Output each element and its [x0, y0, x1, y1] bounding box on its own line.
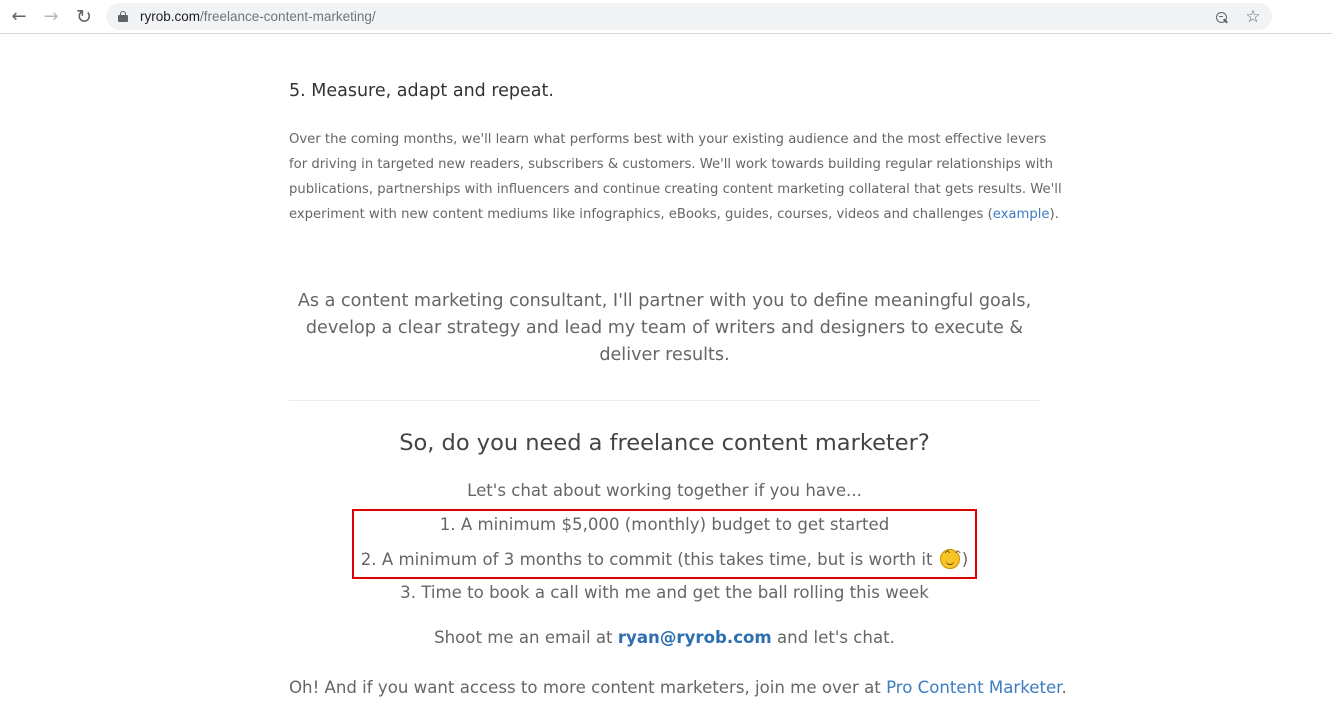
paragraph-line: for driving in targeted new readers, sub… — [289, 157, 1053, 172]
cta-intro: Let's chat about working together if you… — [467, 481, 862, 500]
back-arrow-icon[interactable]: ← — [6, 4, 32, 30]
address-bar[interactable]: ryrob.com/freelance-content-marketing/ ☆ — [106, 3, 1272, 30]
paragraph-line-text: experiment with new content mediums like… — [289, 207, 993, 222]
paragraph-line: experiment with new content mediums like… — [289, 202, 1059, 227]
section-divider — [289, 400, 1040, 401]
email-cta-post: and let's chat. — [771, 628, 895, 647]
reload-icon[interactable]: ↻ — [71, 4, 97, 30]
pro-cta-pre: Oh! And if you want access to more conte… — [289, 678, 887, 697]
browser-toolbar: ← → ↻ ryrob.com/freelance-content-market… — [0, 0, 1332, 34]
page-content: 5. Measure, adapt and repeat. Over the c… — [0, 35, 1332, 723]
pro-content-marketer-link[interactable]: Pro Content Marketer — [886, 678, 1061, 697]
url-host: ryrob.com — [140, 9, 201, 24]
email-cta-pre: Shoot me an email at — [434, 628, 618, 647]
pro-cta: Oh! And if you want access to more conte… — [289, 678, 1067, 697]
url-text[interactable]: ryrob.com/freelance-content-marketing/ — [140, 8, 376, 25]
paragraph-line: Over the coming months, we'll learn what… — [289, 132, 1047, 147]
step-heading: 5. Measure, adapt and repeat. — [289, 81, 554, 101]
url-path: /freelance-content-marketing/ — [200, 9, 376, 24]
paragraph-end: ). — [1049, 207, 1059, 222]
star-icon[interactable]: ☆ — [1242, 6, 1264, 28]
example-link[interactable]: example — [993, 207, 1050, 222]
pro-cta-post: . — [1061, 678, 1067, 697]
quote-line: As a content marketing consultant, I'll … — [297, 291, 1032, 311]
requirement-3: 3. Time to book a call with me and get t… — [400, 583, 929, 602]
step-paragraph: Over the coming months, we'll learn what… — [289, 127, 1062, 227]
lock-icon[interactable] — [118, 11, 128, 22]
highlight-box — [352, 509, 977, 579]
cta-title: So, do you need a freelance content mark… — [399, 430, 930, 456]
quote-line: deliver results. — [599, 345, 730, 365]
email-link[interactable]: ryan@ryrob.com — [618, 628, 772, 647]
email-cta: Shoot me an email at ryan@ryrob.com and … — [289, 628, 1040, 647]
forward-arrow-icon[interactable]: → — [38, 4, 64, 30]
consultant-quote: As a content marketing consultant, I'll … — [289, 288, 1040, 369]
zoom-icon[interactable] — [1210, 6, 1232, 28]
paragraph-line: publications, partnerships with influenc… — [289, 182, 1062, 197]
quote-line: develop a clear strategy and lead my tea… — [305, 318, 1024, 338]
